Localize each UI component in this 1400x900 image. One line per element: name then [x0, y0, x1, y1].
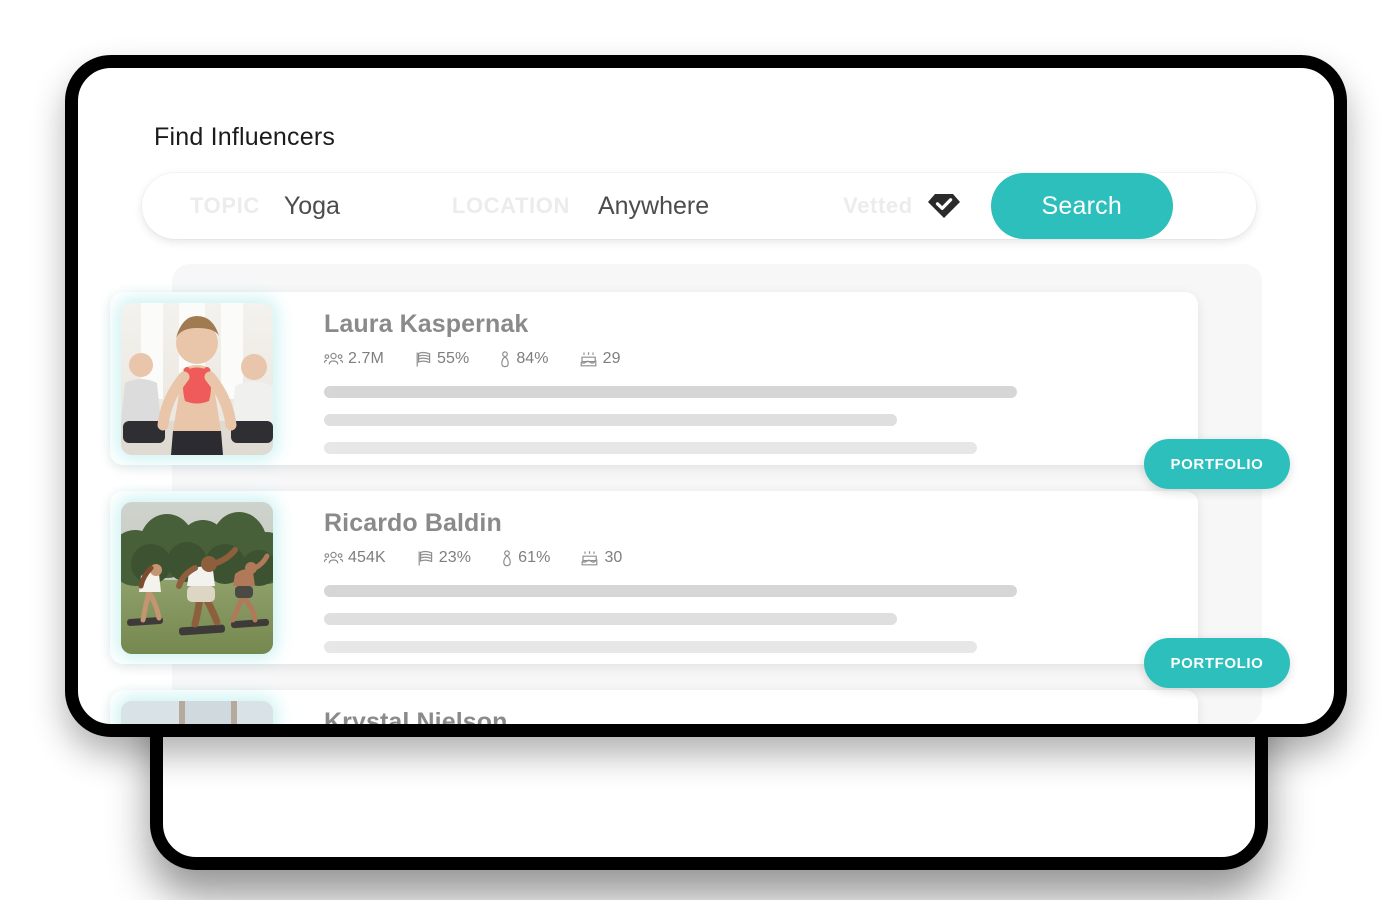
avatar-glow: [121, 303, 273, 455]
gender-female-icon: [499, 350, 511, 368]
flag-icon: [416, 550, 434, 567]
avatar-glow: [121, 502, 273, 654]
skeleton-line: [324, 613, 897, 625]
search-bar[interactable]: TOPIC Yoga LOCATION Anywhere Vetted Sear…: [142, 173, 1256, 239]
app-window-frame: Find Influencers TOPIC Yoga LOCATION Any…: [65, 55, 1347, 737]
influencer-name: Krystal Nielson: [324, 708, 508, 736]
metric-country-share: 55%: [414, 350, 469, 368]
metric-audience: 2.7M: [324, 350, 384, 368]
avatar-glow: [121, 701, 273, 724]
influencer-details: Ricardo Baldin 454K 23% 61% 30: [324, 509, 1198, 669]
metric-audience-value: 454K: [348, 549, 386, 566]
influencer-photo: [121, 303, 273, 455]
influencer-details: Laura Kaspernak 2.7M 55% 84% 29: [324, 310, 1198, 470]
metric-age-value: 29: [602, 350, 621, 367]
influencer-results-list: Laura Kaspernak 2.7M 55% 84% 29 PORTFOLI…: [110, 292, 1300, 736]
metric-gender-value: 84%: [516, 350, 549, 367]
metric-age: 29: [579, 350, 621, 368]
screenshot-stage: Find Influencers TOPIC Yoga LOCATION Any…: [0, 0, 1400, 900]
skeleton-line: [324, 585, 1017, 597]
flag-icon: [414, 351, 432, 368]
birthday-cake-icon: [580, 550, 599, 567]
description-placeholder: [324, 386, 1198, 454]
skeleton-line: [324, 442, 977, 454]
metric-gender-value: 61%: [518, 549, 551, 566]
audience-group-icon: [324, 550, 343, 566]
skeleton-line: [324, 386, 1017, 398]
influencer-name: Laura Kaspernak: [324, 310, 529, 338]
metric-gender-share: 84%: [499, 350, 549, 368]
topic-field-label: TOPIC: [190, 193, 260, 218]
influencer-card[interactable]: Ricardo Baldin 454K 23% 61% 30 PORTFOLIO: [110, 491, 1290, 688]
audience-group-icon: [324, 351, 343, 367]
skeleton-line: [324, 414, 897, 426]
influencer-metrics: 454K 23% 61% 30: [324, 547, 1198, 569]
location-input[interactable]: Anywhere: [598, 192, 709, 221]
metric-audience-value: 2.7M: [348, 350, 384, 367]
metric-age: 30: [580, 549, 622, 567]
influencer-details: Krystal Nielson 7M 55%: [324, 708, 1198, 736]
influencer-name: Ricardo Baldin: [324, 509, 502, 537]
gem-check-icon[interactable]: [927, 192, 961, 220]
influencer-metrics: 2.7M 55% 84% 29: [324, 348, 1198, 370]
metric-age-value: 30: [604, 549, 623, 566]
metric-country-value: 23%: [438, 549, 472, 566]
metric-country-value: 55%: [436, 350, 470, 367]
topic-input[interactable]: Yoga: [284, 192, 340, 221]
influencer-photo: [121, 502, 273, 654]
skeleton-line: [324, 641, 977, 653]
gender-female-icon: [501, 549, 513, 567]
metric-gender-share: 61%: [501, 549, 550, 567]
portfolio-button[interactable]: PORTFOLIO: [1144, 439, 1290, 489]
influencer-photo: [121, 701, 273, 724]
search-button[interactable]: Search: [990, 173, 1173, 239]
portfolio-button[interactable]: PORTFOLIO: [1144, 638, 1290, 688]
influencer-card[interactable]: Laura Kaspernak 2.7M 55% 84% 29 PORTFOLI…: [110, 292, 1290, 489]
influencer-card[interactable]: Krystal Nielson 7M 55%: [110, 690, 1198, 736]
birthday-cake-icon: [579, 351, 598, 368]
location-field-label: LOCATION: [451, 193, 570, 218]
metric-audience: 454K: [324, 549, 386, 567]
description-placeholder: [324, 585, 1198, 653]
page-title: Find Influencers: [154, 123, 336, 151]
vetted-filter-label[interactable]: Vetted: [843, 193, 913, 219]
metric-country-share: 23%: [416, 549, 471, 567]
